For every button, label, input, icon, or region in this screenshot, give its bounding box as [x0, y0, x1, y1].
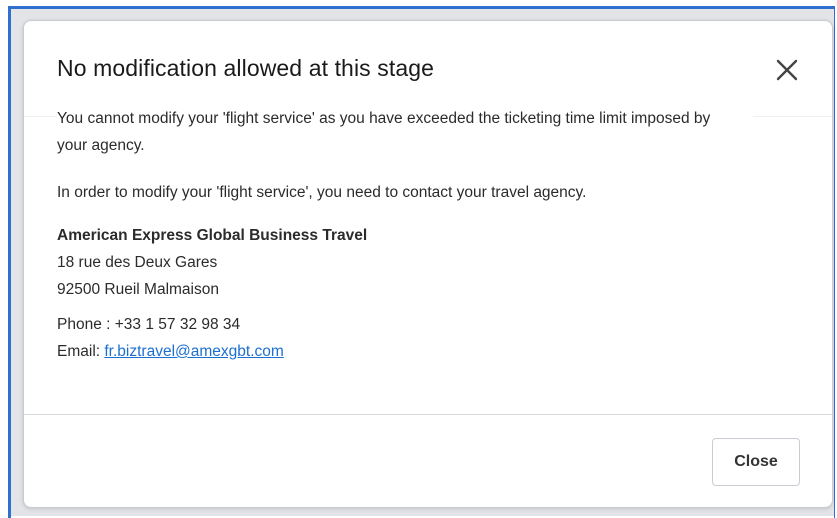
contact-agency-message: In order to modify your 'flight service'… — [57, 179, 603, 206]
agency-contact: Phone : +33 1 57 32 98 34 Email: fr.bizt… — [57, 311, 792, 365]
dialog-header: No modification allowed at this stage — [24, 21, 832, 116]
agency-email: Email: fr.biztravel@amexgbt.com — [57, 338, 792, 365]
agency-address-line-2: 92500 Rueil Malmaison — [57, 281, 219, 298]
close-icon — [776, 59, 798, 81]
exceeded-limit-message: You cannot modify your 'flight service' … — [57, 105, 753, 159]
dialog-close-button[interactable] — [772, 55, 802, 85]
agency-details: American Express Global Business Travel … — [57, 222, 792, 365]
agency-name: American Express Global Business Travel — [57, 227, 368, 244]
phone-label: Phone : — [57, 316, 115, 333]
agency-address-line-1: 18 rue des Deux Gares — [57, 254, 218, 271]
agency-phone: Phone : +33 1 57 32 98 34 — [57, 311, 792, 338]
email-label: Email: — [57, 343, 105, 360]
footer-divider — [24, 414, 832, 415]
dialog-body: You cannot modify your 'flight service' … — [57, 105, 792, 365]
modification-dialog: No modification allowed at this stage Yo… — [23, 20, 833, 508]
email-link[interactable]: fr.biztravel@amexgbt.com — [104, 343, 283, 360]
phone-number: +33 1 57 32 98 34 — [114, 316, 241, 333]
close-button[interactable]: Close — [712, 438, 800, 486]
dialog-title: No modification allowed at this stage — [57, 55, 435, 81]
